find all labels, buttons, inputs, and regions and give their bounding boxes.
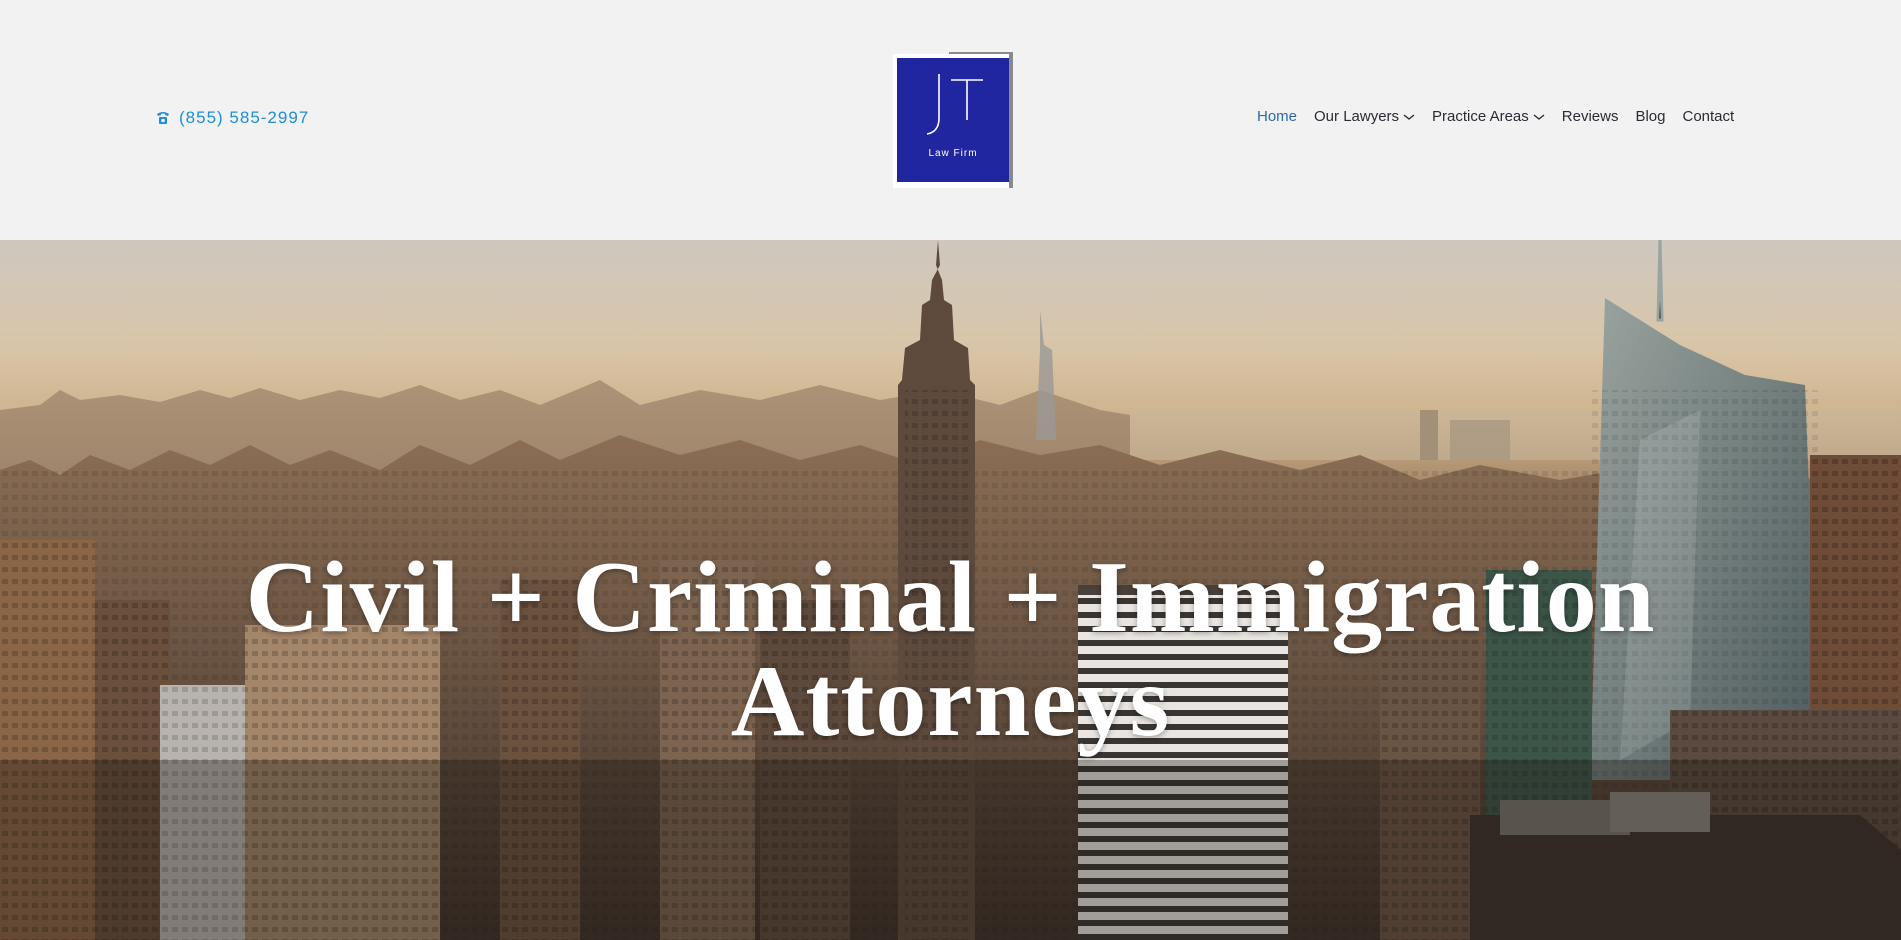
nav-practice-areas-label[interactable]: Practice Areas xyxy=(1432,108,1529,125)
nav-reviews-label[interactable]: Reviews xyxy=(1562,108,1619,125)
nav-our-lawyers-label[interactable]: Our Lawyers xyxy=(1314,108,1399,125)
hero-section: Civil + Criminal + Immigration Attorneys xyxy=(0,240,1901,940)
main-nav: Home Our Lawyers Practice Areas Reviews … xyxy=(1257,108,1734,125)
chevron-down-icon xyxy=(1533,113,1545,120)
logo-subtitle: Law Firm xyxy=(928,148,978,159)
phone-icon xyxy=(157,112,169,124)
phone-link[interactable]: (855) 585-2997 xyxy=(155,108,309,128)
hero-title-line1: Civil + Criminal + Immigration xyxy=(245,541,1656,655)
hero-title: Civil + Criminal + Immigration Attorneys xyxy=(0,546,1901,754)
nav-practice-areas[interactable]: Practice Areas xyxy=(1432,108,1545,125)
nav-blog[interactable]: Blog xyxy=(1635,108,1665,125)
chevron-down-icon xyxy=(1403,113,1415,120)
nav-home-label[interactable]: Home xyxy=(1257,108,1297,125)
nav-contact-label[interactable]: Contact xyxy=(1682,108,1734,125)
logo-jt-mark xyxy=(926,74,983,135)
nav-contact[interactable]: Contact xyxy=(1682,108,1734,125)
phone-number[interactable]: (855) 585-2997 xyxy=(179,108,309,128)
site-header: (855) 585-2997 Law Firm Home Our Lawyers… xyxy=(0,0,1901,240)
logo[interactable]: Law Firm xyxy=(893,52,1013,188)
hero-title-line2: Attorneys xyxy=(730,645,1171,759)
nav-our-lawyers[interactable]: Our Lawyers xyxy=(1314,108,1415,125)
nav-reviews[interactable]: Reviews xyxy=(1562,108,1619,125)
nav-blog-label[interactable]: Blog xyxy=(1635,108,1665,125)
nav-home[interactable]: Home xyxy=(1257,108,1297,125)
